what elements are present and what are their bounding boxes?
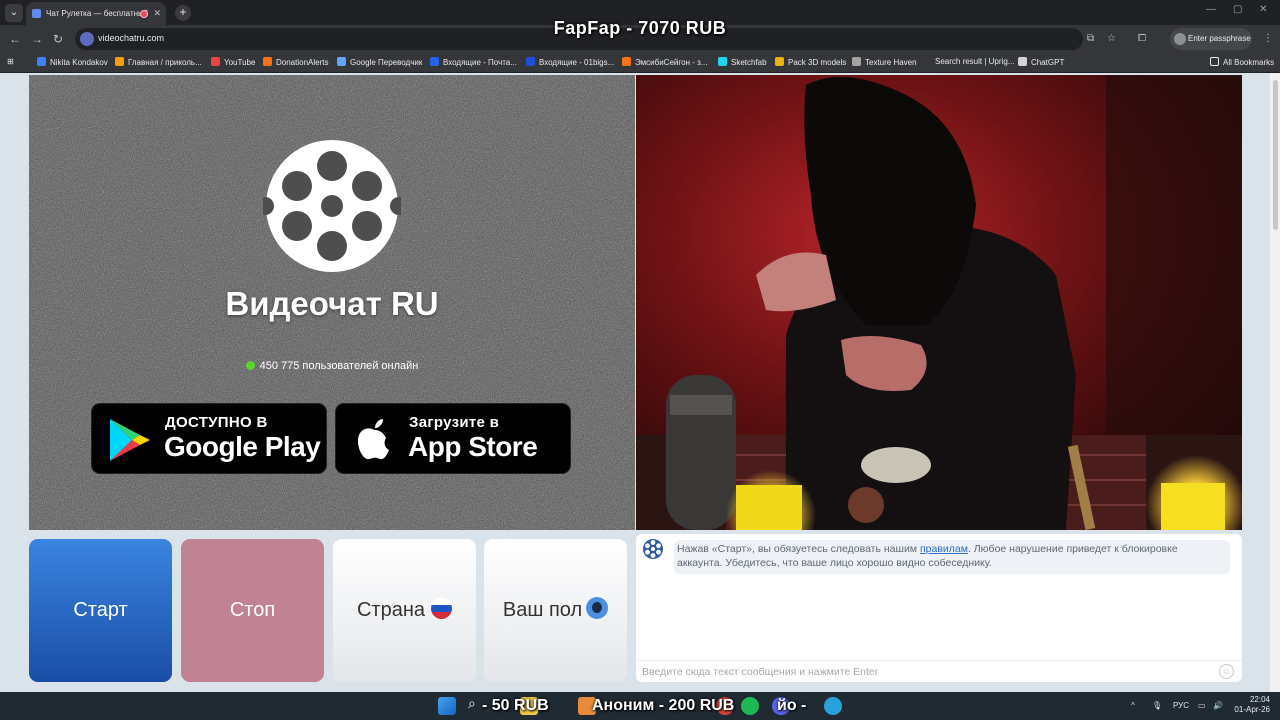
minimize-icon[interactable]: —	[1206, 4, 1216, 15]
user-gender-icon	[586, 597, 609, 619]
system-notice: Нажав «Старт», вы обязуетесь следовать н…	[674, 540, 1230, 574]
bookmark-item[interactable]: YouTube	[211, 57, 255, 67]
clock-time: 22:04	[1249, 695, 1270, 704]
google-play-badge[interactable]: ДОСТУПНО В Google Play	[91, 403, 327, 474]
network-icon[interactable]: ▭	[1198, 701, 1206, 710]
gender-button[interactable]: Ваш пол	[484, 539, 627, 682]
app-store-badge[interactable]: Загрузите в App Store	[335, 403, 571, 474]
microphone-icon[interactable]: 🎙	[1152, 701, 1162, 710]
bookmark-item[interactable]: DonationAlerts	[263, 57, 328, 67]
local-video-panel: Видеочат RU 450 775 пользователей онлайн…	[29, 75, 635, 530]
remote-video-frame	[636, 75, 1242, 530]
clock[interactable]: 22:04 01-Apr-26	[1230, 695, 1270, 715]
stop-label: Стоп	[229, 599, 276, 621]
tab-title: Чат Рулетка — бесплатный	[46, 9, 149, 18]
app-store-small: Загрузите в	[409, 414, 500, 431]
bookmarks-bar: ⊞ Nikita Kondakov Главная / приколь... Y…	[0, 53, 1280, 73]
google-play-big: Google Play	[164, 431, 321, 462]
chat-input-row: ☺	[636, 660, 1242, 682]
stop-button[interactable]: Стоп	[181, 539, 324, 682]
russia-flag-icon	[431, 598, 453, 619]
chat-message-input[interactable]	[642, 665, 1202, 679]
clock-date: 01-Apr-26	[1234, 705, 1270, 714]
bookmark-item[interactable]: Входящие - Почта...	[430, 57, 517, 67]
apps-grid-icon[interactable]: ⊞	[7, 57, 14, 66]
bookmark-item[interactable]: Google Переводчик	[337, 57, 422, 67]
scrollbar-thumb[interactable]	[1273, 80, 1278, 230]
country-label: Страна	[356, 599, 426, 621]
close-window-icon[interactable]: ✕	[1259, 4, 1267, 15]
google-play-icon	[110, 419, 150, 461]
donation-alert-1: - 50 RUB	[482, 697, 549, 714]
revolver-logo-icon	[263, 140, 401, 272]
volume-icon[interactable]: 🔊	[1213, 701, 1223, 710]
donation-alert-2: Аноним - 200 RUB	[592, 697, 735, 714]
bookmark-item[interactable]: ChatGPT	[1018, 57, 1064, 67]
online-counter: 450 775 пользователей онлайн	[29, 360, 635, 372]
donation-alert-3: йо -	[777, 697, 807, 714]
app-store-big: App Store	[408, 431, 538, 462]
bookmark-item[interactable]: Входящие - 01bigs...	[526, 57, 614, 67]
spotify-icon[interactable]	[741, 697, 759, 715]
taskbar: ⌕ - 50 RUB Аноним - 200 RUB йо - ^ 🎙 РУС…	[0, 692, 1280, 720]
bookmark-item[interactable]: Sketchfab	[718, 57, 767, 67]
emoji-icon[interactable]: ☺	[1219, 664, 1234, 679]
online-dot-icon	[245, 361, 255, 370]
remote-video-panel	[636, 75, 1242, 530]
site-favicon-icon	[32, 9, 41, 18]
gender-label: Ваш пол	[502, 599, 583, 621]
start-label: Старт	[73, 599, 128, 621]
bookmark-item[interactable]: Pack 3D models	[775, 57, 846, 67]
bookmark-item[interactable]: Search result | Uprig...	[935, 57, 1014, 66]
bookmark-item[interactable]: Texture Haven	[852, 57, 917, 67]
online-text: 450 775 пользователей онлайн	[259, 360, 419, 372]
windows-start-icon[interactable]	[438, 697, 456, 715]
system-revolver-icon	[643, 539, 663, 559]
all-bookmarks-folder[interactable]: All Bookmarks	[1210, 57, 1274, 67]
tray-chevron-icon[interactable]: ^	[1131, 701, 1135, 710]
bookmark-item[interactable]: Nikita Kondakov	[37, 57, 108, 67]
language-indicator[interactable]: РУС	[1173, 701, 1189, 710]
bookmark-item[interactable]: Главная / приколь...	[115, 57, 202, 67]
rules-link[interactable]: правилам	[920, 543, 968, 555]
start-button[interactable]: Старт	[29, 539, 172, 682]
bookmark-item[interactable]: ЭмсибиСейгон - з...	[622, 57, 707, 67]
apple-icon	[357, 419, 389, 460]
site-brand-title: Видеочат RU	[225, 285, 439, 322]
recording-icon	[140, 10, 148, 18]
country-button[interactable]: Страна	[333, 539, 476, 682]
telegram-icon[interactable]	[824, 697, 842, 715]
maximize-icon[interactable]: ▢	[1233, 4, 1242, 15]
stream-overlay-title: FapFap - 7070 RUB	[553, 18, 727, 38]
google-play-small: ДОСТУПНО В	[165, 414, 268, 431]
chat-panel: Нажав «Старт», вы обязуетесь следовать н…	[636, 534, 1242, 682]
